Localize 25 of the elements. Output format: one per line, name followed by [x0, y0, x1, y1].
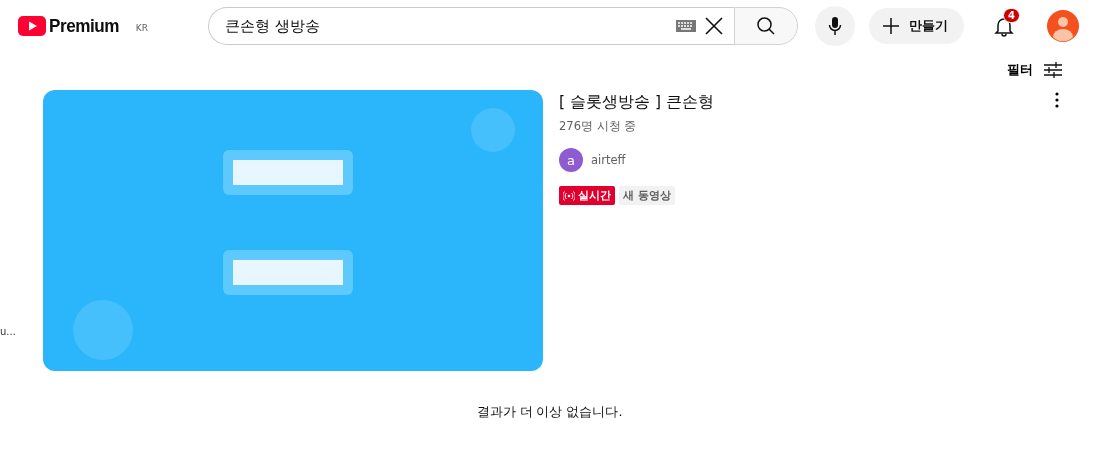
- microphone-icon: [828, 16, 842, 36]
- search-field[interactable]: 큰손형 생방송: [208, 7, 734, 45]
- search-button[interactable]: [734, 7, 798, 45]
- logo-text[interactable]: Premium: [49, 15, 120, 37]
- create-button[interactable]: 만들기: [869, 8, 964, 44]
- video-title[interactable]: [ 슬롯생방송 ] 큰손형: [559, 92, 714, 113]
- live-badge: 실시간: [559, 186, 615, 205]
- keyboard-icon[interactable]: [676, 20, 696, 32]
- truncated-text: u...: [0, 326, 16, 337]
- microphone-button[interactable]: [815, 6, 855, 46]
- notification-count: 4: [1003, 8, 1020, 23]
- filter-button[interactable]: 필터: [1007, 61, 1063, 79]
- channel-avatar[interactable]: a: [559, 148, 583, 172]
- play-logo-icon[interactable]: [18, 16, 46, 36]
- plus-icon: [881, 16, 901, 36]
- more-icon[interactable]: [1055, 92, 1059, 108]
- end-message: 결과가 더 이상 없습니다.: [475, 404, 624, 421]
- viewer-count: 276명 시청 중: [559, 119, 638, 134]
- new-video-badge: 새 동영상: [619, 186, 675, 205]
- avatar-icon[interactable]: [1047, 10, 1079, 42]
- search-icon: [756, 16, 776, 36]
- channel-name[interactable]: airteff: [591, 153, 626, 167]
- sliders-icon: [1043, 62, 1063, 78]
- region-label: KR: [135, 23, 148, 33]
- close-icon[interactable]: [704, 16, 724, 36]
